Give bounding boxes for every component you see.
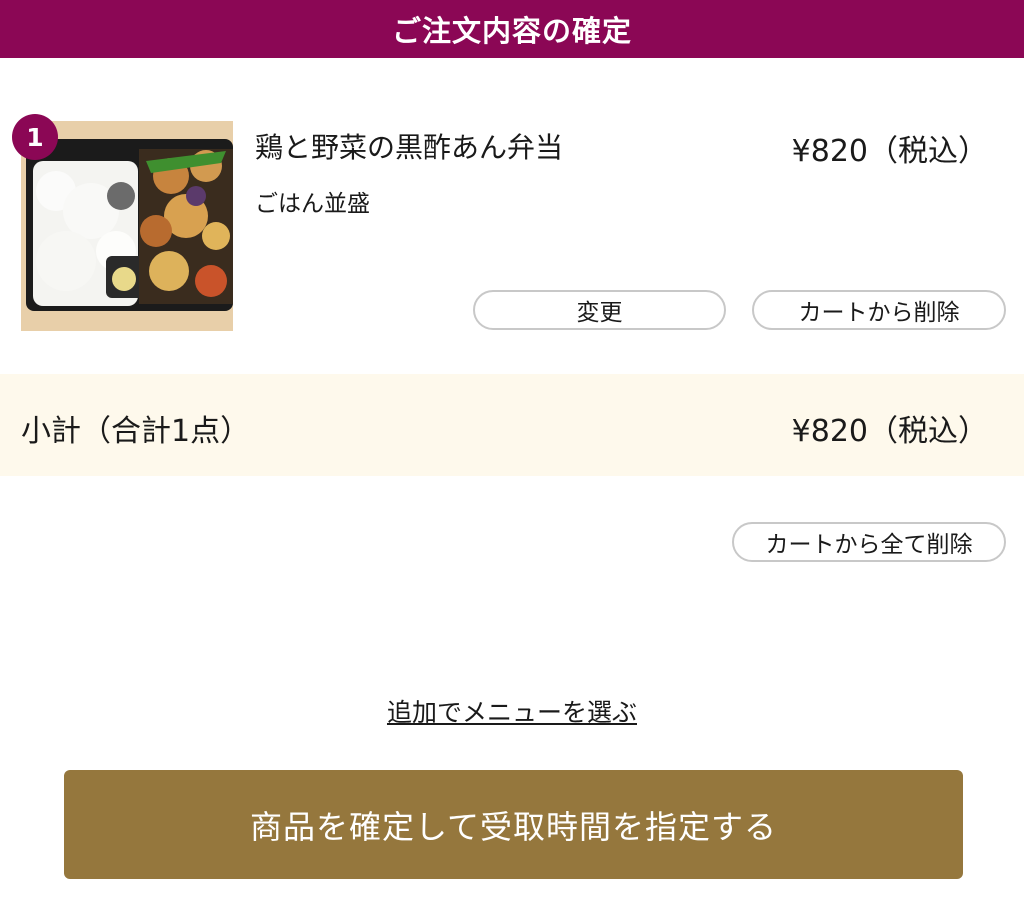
remove-from-cart-button[interactable]: カートから削除 [752,290,1006,330]
cart-item: 1 鶏と野菜の黒酢あん弁当 ごはん並盛 ¥820（税込） 変更 カートから削除 [0,58,1024,372]
item-price: ¥820（税込） [791,134,988,169]
item-option: ごはん並盛 [255,191,370,217]
page-title: ご注文内容の確定 [391,14,632,48]
item-index-badge: 1 [12,114,58,160]
change-button[interactable]: 変更 [473,290,726,330]
confirm-order-button[interactable]: 商品を確定して受取時間を指定する [64,770,963,879]
item-name: 鶏と野菜の黒酢あん弁当 [255,131,564,164]
page-header: ご注文内容の確定 [0,0,1024,58]
add-menu-link[interactable]: 追加でメニューを選ぶ [0,693,1024,729]
subtotal-row: 小計（合計1点） ¥820（税込） [0,374,1024,476]
subtotal-label: 小計（合計1点） [21,414,251,449]
clear-cart-button[interactable]: カートから全て削除 [732,522,1006,562]
bento-image [21,121,233,331]
subtotal-price: ¥820（税込） [791,414,988,449]
